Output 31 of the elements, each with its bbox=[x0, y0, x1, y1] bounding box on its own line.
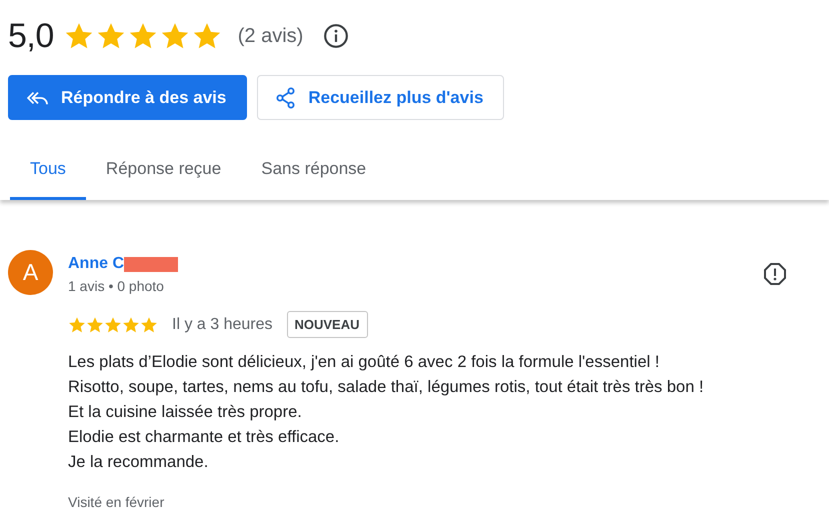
review-text-line: Je la recommande. bbox=[68, 452, 210, 473]
report-icon[interactable] bbox=[763, 262, 787, 286]
star-icon bbox=[64, 21, 94, 51]
review-text-line: Et la cuisine laissée très propre. bbox=[68, 402, 303, 423]
star-icon bbox=[140, 316, 158, 334]
new-badge: NOUVEAU bbox=[286, 311, 368, 338]
author-meta: 1 avis • 0 photo bbox=[68, 278, 165, 294]
share-icon bbox=[276, 86, 296, 108]
star-icon bbox=[128, 21, 158, 51]
filter-tab[interactable]: Réponse reçue bbox=[86, 142, 242, 200]
rating-value: 5,0 bbox=[8, 16, 54, 56]
share-button[interactable]: Recueillez plus d'avis bbox=[257, 75, 504, 120]
star-icon bbox=[68, 316, 86, 334]
star-icon bbox=[192, 21, 222, 51]
avatar: A bbox=[8, 250, 53, 295]
star-icon bbox=[160, 21, 190, 51]
info-icon[interactable] bbox=[323, 23, 350, 49]
review-text-line: Les plats d’Elodie sont délicieux, j'en ai goûté 6 avec 2 fois la formule l'essentiel ! bbox=[68, 352, 660, 373]
star-icon bbox=[86, 316, 104, 334]
star-icon bbox=[104, 316, 122, 334]
review-text-line: Elodie est charmante et très efficace. bbox=[68, 427, 340, 448]
visit-date: Visité en février bbox=[68, 494, 166, 510]
reply-button[interactable]: Répondre à des avis bbox=[8, 75, 248, 120]
star-icon bbox=[96, 21, 126, 51]
star-icon bbox=[122, 316, 140, 334]
review-time: Il y a 3 heures bbox=[172, 316, 272, 334]
filter-tab[interactable]: Sans réponse bbox=[241, 142, 386, 200]
author-name[interactable]: Anne C bbox=[68, 255, 124, 273]
review-text-line: Risotto, soupe, tartes, nems au tofu, salade thaï, légumes rotis, tout était très très bon ! bbox=[68, 377, 705, 398]
filter-tab[interactable]: Tous bbox=[10, 142, 86, 200]
review-count: (2 avis) bbox=[238, 24, 304, 48]
